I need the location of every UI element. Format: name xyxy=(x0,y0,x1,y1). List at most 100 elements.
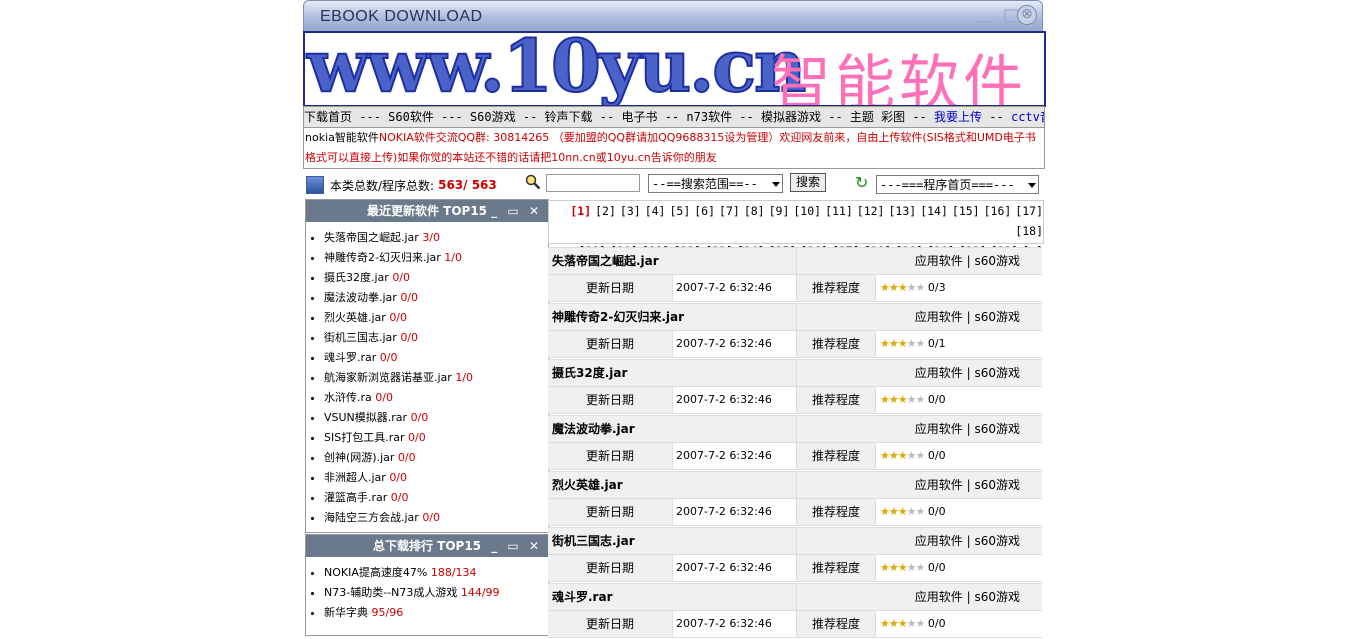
item-name[interactable]: 街机三国志.jar xyxy=(548,528,796,554)
item-name[interactable]: 水浒传.ra xyxy=(324,391,375,404)
list-item[interactable]: SIS打包工具.rar 0/0 xyxy=(324,428,548,448)
page-link[interactable]: [10] xyxy=(793,204,821,218)
list-item[interactable]: 新华字典 95/96 xyxy=(324,603,548,623)
list-item[interactable]: 街机三国志.jar 0/0 xyxy=(324,328,548,348)
program-home-value: ---===程序首页===--- xyxy=(880,178,1015,192)
nav-link[interactable]: 主题 彩图 xyxy=(850,110,905,124)
page-link[interactable]: [17] xyxy=(1015,204,1043,218)
item-category[interactable]: 应用软件 | s60游戏 xyxy=(796,304,1042,330)
item-name[interactable]: 魂斗罗.rar xyxy=(324,351,380,364)
page-link[interactable]: [2] xyxy=(595,204,616,218)
nav-link[interactable]: 模拟器游戏 xyxy=(761,110,821,124)
list-item[interactable]: VSUN模拟器.rar 0/0 xyxy=(324,408,548,428)
item-category[interactable]: 应用软件 | s60游戏 xyxy=(796,360,1042,386)
item-category[interactable]: 应用软件 | s60游戏 xyxy=(796,528,1042,554)
item-name[interactable]: 创神(网游).jar xyxy=(324,451,398,464)
item-category[interactable]: 应用软件 | s60游戏 xyxy=(796,584,1042,610)
item-category[interactable]: 应用软件 | s60游戏 xyxy=(796,472,1042,498)
item-name[interactable]: VSUN模拟器.rar xyxy=(324,411,411,424)
star-icon: ★ xyxy=(897,617,908,630)
page-link[interactable]: [15] xyxy=(952,204,980,218)
item-name[interactable]: 摄氏32度.jar xyxy=(324,271,392,284)
nav-link[interactable]: n73软件 xyxy=(686,110,732,124)
page-link[interactable]: [8] xyxy=(744,204,765,218)
item-name[interactable]: 航海家新浏览器诺基亚.jar xyxy=(324,371,455,384)
search-input[interactable] xyxy=(546,174,640,192)
page-link[interactable]: [4] xyxy=(645,204,666,218)
nav-link[interactable]: cctv音乐网 xyxy=(1011,110,1044,124)
list-item[interactable]: 摄氏32度.jar 0/0 xyxy=(324,268,548,288)
list-item[interactable]: 神雕传奇2-幻灭归来.jar 1/0 xyxy=(324,248,548,268)
nav-link[interactable]: 我要上传 xyxy=(934,110,982,124)
item-name[interactable]: 摄氏32度.jar xyxy=(548,360,796,386)
page-link[interactable]: [16] xyxy=(984,204,1012,218)
page-link[interactable]: [12] xyxy=(857,204,885,218)
list-item[interactable]: 失落帝国之崛起.jar 3/0 xyxy=(324,228,548,248)
item-name[interactable]: 魂斗罗.rar xyxy=(548,584,796,610)
item-category[interactable]: 应用软件 | s60游戏 xyxy=(796,416,1042,442)
page-link[interactable]: [3] xyxy=(620,204,641,218)
star-icon: ★ xyxy=(888,505,899,518)
list-item[interactable]: NOKIA提高速度47% 188/134 xyxy=(324,563,548,583)
item-name[interactable]: 魔法波动拳.jar xyxy=(324,291,400,304)
item-name[interactable]: 烈火英雄.jar xyxy=(324,311,389,324)
nav-link[interactable]: S60软件 xyxy=(388,110,434,124)
item-count: 0/0 xyxy=(408,431,426,444)
page-link[interactable]: [18] xyxy=(1015,224,1043,238)
page-link[interactable]: [13] xyxy=(888,204,916,218)
item-name[interactable]: 失落帝国之崛起.jar xyxy=(548,248,796,274)
list-item[interactable]: 非洲超人.jar 0/0 xyxy=(324,468,548,488)
nav-link[interactable]: 下载首页 xyxy=(304,110,352,124)
list-item[interactable]: 烈火英雄.jar 0/0 xyxy=(324,308,548,328)
nav-link[interactable]: S60游戏 xyxy=(470,110,516,124)
page-link[interactable]: [11] xyxy=(825,204,853,218)
list-item[interactable]: 灌篮高手.rar 0/0 xyxy=(324,488,548,508)
item-category[interactable]: 应用软件 | s60游戏 xyxy=(796,248,1042,274)
minimize-icon[interactable] xyxy=(976,11,994,23)
search-button[interactable]: 搜索 xyxy=(790,173,826,192)
item-name[interactable]: 灌篮高手.rar xyxy=(324,491,391,504)
close-icon[interactable]: ⊗ xyxy=(1017,5,1037,25)
page-link[interactable]: [14] xyxy=(920,204,948,218)
page-link[interactable]: [9] xyxy=(769,204,790,218)
software-list: 失落帝国之崛起.jar 应用软件 | s60游戏 更新日期 2007-7-2 6:32… xyxy=(548,247,1042,639)
list-item[interactable]: N73-辅助类--N73成人游戏 144/99 xyxy=(324,583,548,603)
list-item[interactable]: 创神(网游).jar 0/0 xyxy=(324,448,548,468)
panel-controls-icon[interactable]: _ ▭ ✕ xyxy=(491,535,542,557)
item-name[interactable]: SIS打包工具.rar xyxy=(324,431,408,444)
star-icon: ★ xyxy=(888,281,899,294)
item-name[interactable]: 神雕传奇2-幻灭归来.jar xyxy=(548,304,796,330)
top-downloads-panel: 总下载排行 TOP15 _ ▭ ✕ NOKIA提高速度47% 188/134N7… xyxy=(305,534,549,636)
item-name[interactable]: 神雕传奇2-幻灭归来.jar xyxy=(324,251,444,264)
list-item[interactable]: 海陆空三方会战.jar 0/0 xyxy=(324,508,548,528)
list-item[interactable]: 水浒传.ra 0/0 xyxy=(324,388,548,408)
nav-separator: -- xyxy=(592,110,622,124)
item-name[interactable]: 海陆空三方会战.jar xyxy=(324,511,422,524)
rating-label: 推荐程度 xyxy=(796,387,875,413)
nav-link[interactable]: 铃声下载 xyxy=(545,110,593,124)
search-scope-select[interactable]: --==搜索范围==-- xyxy=(648,174,783,193)
item-name[interactable]: 非洲超人.jar xyxy=(324,471,389,484)
item-name[interactable]: 街机三国志.jar xyxy=(324,331,400,344)
refresh-icon[interactable]: ↻ xyxy=(855,175,871,191)
item-name[interactable]: 失落帝国之崛起.jar xyxy=(324,231,422,244)
item-name[interactable]: 烈火英雄.jar xyxy=(548,472,796,498)
page-link[interactable]: [5] xyxy=(669,204,690,218)
rating-score: 0/0 xyxy=(924,505,946,518)
site-banner[interactable]: www.10yu.cn 智能软件 xyxy=(303,31,1046,107)
item-name[interactable]: 魔法波动拳.jar xyxy=(548,416,796,442)
program-home-select[interactable]: ---===程序首页===--- xyxy=(876,175,1039,194)
item-name[interactable]: NOKIA提高速度47% xyxy=(324,566,431,579)
nav-link[interactable]: 电子书 xyxy=(621,110,657,124)
banner-tagline: 智能软件 xyxy=(771,49,1027,107)
list-item[interactable]: 魔法波动拳.jar 0/0 xyxy=(324,288,548,308)
item-name[interactable]: N73-辅助类--N73成人游戏 xyxy=(324,586,461,599)
page-link[interactable]: [7] xyxy=(719,204,740,218)
item-count: 0/0 xyxy=(397,451,416,464)
list-item[interactable]: 魂斗罗.rar 0/0 xyxy=(324,348,548,368)
panel-controls-icon[interactable]: _ ▭ ✕ xyxy=(491,200,542,222)
item-name[interactable]: 新华字典 xyxy=(324,606,372,619)
list-item[interactable]: 航海家新浏览器诺基亚.jar 1/0 xyxy=(324,368,548,388)
star-icon: ★ xyxy=(897,505,908,518)
page-link[interactable]: [6] xyxy=(694,204,715,218)
